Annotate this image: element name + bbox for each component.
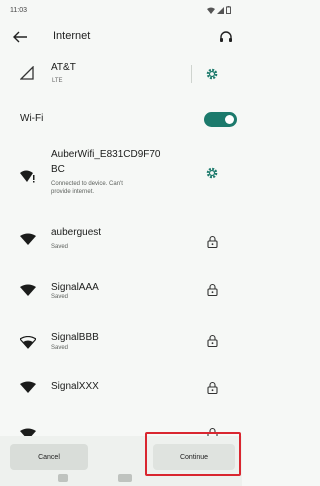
- network-status: Saved: [51, 244, 69, 250]
- lock-icon: [207, 334, 218, 347]
- network-name: SignalXXX: [51, 381, 99, 392]
- carrier-row[interactable]: AT&T LTE: [0, 55, 242, 95]
- network-item-auberwifi[interactable]: AuberWifi_E831CD9F70 BC Connected to dev…: [0, 146, 242, 208]
- wifi-signal-icon: [20, 284, 36, 296]
- network-name: AuberWifi_E831CD9F70: [51, 149, 161, 160]
- vertical-divider: [191, 65, 192, 83]
- network-status: Saved: [51, 294, 69, 300]
- mobile-signal-icon: [20, 66, 34, 80]
- status-time: 11:03: [10, 7, 27, 14]
- lock-icon: [207, 283, 218, 296]
- network-item-signalaaa[interactable]: SignalAAA Saved: [0, 276, 242, 312]
- wifi-toggle[interactable]: [204, 112, 237, 127]
- wifi-label: Wi-Fi: [20, 113, 44, 124]
- cancel-button[interactable]: Cancel: [10, 444, 88, 470]
- signal-status-icon: [217, 6, 224, 14]
- wifi-signal-warning-icon: [20, 170, 35, 183]
- status-bar: 11:03: [0, 0, 242, 22]
- continue-highlight-box: [145, 432, 241, 476]
- network-name: auberguest: [51, 227, 102, 238]
- network-status: Saved: [51, 345, 69, 351]
- wifi-status-icon: [207, 7, 215, 14]
- network-status-line2: provide internet.: [51, 189, 95, 195]
- page-title: Internet: [53, 30, 91, 42]
- network-status-line1: Connected to device. Can't: [51, 181, 123, 187]
- help-icon[interactable]: [218, 29, 234, 45]
- carrier-name: AT&T: [51, 62, 76, 73]
- app-bar: Internet: [0, 22, 242, 52]
- carrier-settings-gear-icon[interactable]: [205, 67, 219, 81]
- network-name: SignalAAA: [51, 282, 99, 293]
- toggle-knob: [225, 115, 234, 124]
- network-name-continued: BC: [51, 164, 65, 175]
- network-item-signalbbb[interactable]: SignalBBB Saved: [0, 326, 242, 362]
- lock-icon: [207, 235, 218, 248]
- network-item-auberguest[interactable]: auberguest Saved: [0, 222, 242, 262]
- wifi-signal-icon: [20, 381, 36, 393]
- carrier-type: LTE: [52, 78, 63, 84]
- network-item-signalxxx[interactable]: SignalXXX: [0, 376, 242, 406]
- status-icons: [207, 6, 231, 14]
- lock-icon: [207, 381, 218, 394]
- wifi-signal-icon: [20, 428, 36, 436]
- nav-home-hint[interactable]: [118, 474, 132, 482]
- back-arrow-icon[interactable]: [11, 29, 29, 45]
- battery-icon: [226, 6, 231, 14]
- wifi-toggle-row[interactable]: Wi-Fi: [0, 102, 242, 134]
- network-name: SignalBBB: [51, 332, 99, 343]
- wifi-signal-weak-icon: [20, 336, 36, 349]
- nav-back-hint[interactable]: [58, 474, 68, 482]
- wifi-signal-icon: [20, 233, 36, 245]
- network-settings-gear-icon[interactable]: [205, 166, 219, 180]
